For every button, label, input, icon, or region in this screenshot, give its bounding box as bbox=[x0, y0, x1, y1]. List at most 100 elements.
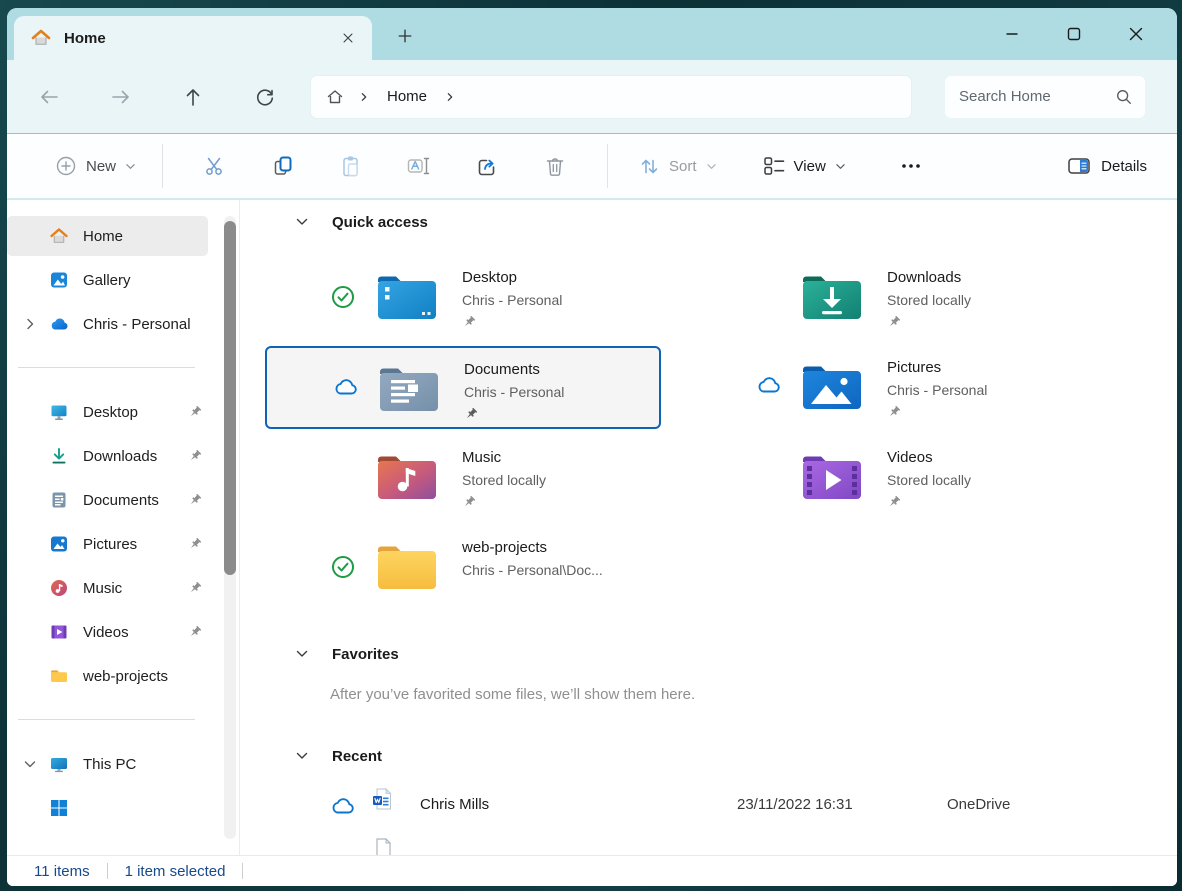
tile-web-projects[interactable]: web-projects Chris - Personal\Doc... bbox=[265, 526, 661, 609]
delete-button[interactable] bbox=[521, 144, 589, 188]
close-window-button[interactable] bbox=[1105, 8, 1167, 60]
search-box[interactable] bbox=[945, 76, 1145, 118]
chevron-right-icon[interactable] bbox=[445, 92, 455, 102]
new-button[interactable]: New bbox=[47, 155, 144, 177]
sort-icon bbox=[638, 155, 660, 177]
back-button[interactable] bbox=[37, 85, 61, 109]
home-icon bbox=[49, 226, 69, 246]
sidebar-item-label: This PC bbox=[83, 756, 136, 773]
tile-name: Desktop bbox=[462, 266, 562, 289]
folder-icon bbox=[49, 666, 69, 686]
sidebar-item-home[interactable]: Home bbox=[7, 216, 208, 256]
chevron-down-icon[interactable] bbox=[295, 749, 309, 763]
recent-file-row-partial[interactable] bbox=[265, 830, 1177, 850]
refresh-button[interactable] bbox=[253, 85, 277, 109]
sidebar-item-documents[interactable]: Documents bbox=[7, 480, 208, 520]
sidebar-item-gallery[interactable]: Gallery bbox=[7, 260, 208, 300]
sidebar-item-web-projects[interactable]: web-projects bbox=[7, 656, 208, 696]
tab-close-button[interactable] bbox=[334, 24, 362, 52]
sidebar-scrollbar-thumb[interactable] bbox=[224, 221, 236, 575]
tile-videos[interactable]: Videos Stored locally bbox=[690, 436, 1086, 519]
recent-file-row[interactable]: Chris Mills 23/11/2022 16:31 OneDrive bbox=[265, 786, 1177, 830]
rename-icon bbox=[407, 155, 431, 177]
pin-icon bbox=[188, 581, 202, 595]
view-label: View bbox=[794, 158, 826, 175]
sidebar-item-label: Downloads bbox=[83, 448, 157, 465]
tab-home[interactable]: Home bbox=[14, 16, 372, 60]
cut-button[interactable] bbox=[181, 144, 249, 188]
sidebar-item-videos[interactable]: Videos bbox=[7, 612, 208, 652]
chevron-down-icon[interactable] bbox=[23, 757, 37, 771]
sidebar-item-pictures[interactable]: Pictures bbox=[7, 524, 208, 564]
tile-music[interactable]: Music Stored locally bbox=[265, 436, 661, 519]
search-input[interactable] bbox=[957, 87, 1115, 106]
tile-subtitle: Chris - Personal bbox=[462, 289, 562, 311]
pin-icon bbox=[887, 495, 901, 509]
forward-button[interactable] bbox=[109, 85, 133, 109]
folder-icon bbox=[375, 541, 439, 593]
tile-name: Pictures bbox=[887, 356, 987, 379]
up-button[interactable] bbox=[181, 85, 205, 109]
sidebar-item-downloads[interactable]: Downloads bbox=[7, 436, 208, 476]
sidebar-item-windows-drive-partial[interactable] bbox=[7, 788, 208, 828]
pin-icon bbox=[887, 315, 901, 329]
chevron-right-icon[interactable] bbox=[23, 317, 37, 331]
tile-downloads[interactable]: Downloads Stored locally bbox=[690, 256, 1086, 339]
sidebar-item-label: Home bbox=[83, 228, 123, 245]
section-favorites[interactable]: Favorites bbox=[295, 642, 1177, 666]
tile-subtitle: Stored locally bbox=[887, 289, 971, 311]
tile-desktop[interactable]: Desktop Chris - Personal bbox=[265, 256, 661, 339]
status-bar: 11 items 1 item selected bbox=[7, 855, 1177, 886]
sidebar-item-label: Videos bbox=[83, 624, 129, 641]
music-folder-icon bbox=[375, 451, 439, 503]
pin-icon bbox=[462, 315, 476, 329]
new-plus-icon bbox=[55, 155, 77, 177]
sort-button[interactable]: Sort bbox=[626, 155, 729, 177]
word-document-icon bbox=[372, 788, 392, 810]
navigation-pane: Home Gallery bbox=[7, 200, 240, 855]
sidebar-item-this-pc[interactable]: This PC bbox=[7, 744, 208, 784]
window-controls bbox=[981, 8, 1167, 60]
sync-check-icon bbox=[331, 285, 355, 309]
selection-count: 1 item selected bbox=[125, 863, 226, 880]
breadcrumb-home-icon[interactable] bbox=[325, 87, 345, 107]
recent-file-name[interactable]: Chris Mills bbox=[420, 796, 489, 813]
rename-button[interactable] bbox=[385, 144, 453, 188]
quick-access-grid: Desktop Chris - Personal bbox=[265, 256, 1177, 616]
sidebar-item-music[interactable]: Music bbox=[7, 568, 208, 608]
section-title: Quick access bbox=[332, 214, 428, 231]
maximize-button[interactable] bbox=[1043, 8, 1105, 60]
sidebar-item-onedrive-personal[interactable]: Chris - Personal bbox=[7, 304, 208, 344]
tile-name: Videos bbox=[887, 446, 971, 469]
pictures-folder-icon bbox=[800, 361, 864, 413]
share-button[interactable] bbox=[453, 144, 521, 188]
breadcrumb-item-home[interactable]: Home bbox=[383, 88, 431, 105]
tile-documents[interactable]: Documents Chris - Personal bbox=[265, 346, 661, 429]
copy-button[interactable] bbox=[249, 144, 317, 188]
tile-subtitle: Chris - Personal\Doc... bbox=[462, 559, 603, 581]
sidebar-item-desktop[interactable]: Desktop bbox=[7, 392, 208, 432]
minimize-button[interactable] bbox=[981, 8, 1043, 60]
chevron-down-icon[interactable] bbox=[295, 215, 309, 229]
tile-pictures[interactable]: Pictures Chris - Personal bbox=[690, 346, 1086, 429]
recent-file-location: OneDrive bbox=[947, 796, 1010, 813]
cloud-status-icon bbox=[756, 375, 780, 399]
paste-button[interactable] bbox=[317, 144, 385, 188]
section-title: Recent bbox=[332, 748, 382, 765]
favorites-empty-message: After you’ve favorited some files, we’ll… bbox=[330, 686, 1177, 703]
address-bar[interactable]: Home bbox=[311, 76, 911, 118]
details-label: Details bbox=[1101, 158, 1147, 175]
view-icon bbox=[763, 155, 785, 177]
section-quick-access[interactable]: Quick access bbox=[295, 210, 1177, 234]
section-recent[interactable]: Recent bbox=[295, 744, 1177, 768]
chevron-down-icon[interactable] bbox=[295, 647, 309, 661]
search-icon[interactable] bbox=[1115, 88, 1133, 106]
more-options-button[interactable] bbox=[886, 144, 936, 188]
details-button[interactable]: Details bbox=[1067, 155, 1147, 177]
view-button[interactable]: View bbox=[751, 155, 858, 177]
tile-name: Music bbox=[462, 446, 546, 469]
download-icon bbox=[49, 446, 69, 466]
statusbar-separator bbox=[107, 863, 108, 879]
new-tab-button[interactable] bbox=[388, 19, 422, 53]
sync-check-icon bbox=[331, 555, 355, 579]
